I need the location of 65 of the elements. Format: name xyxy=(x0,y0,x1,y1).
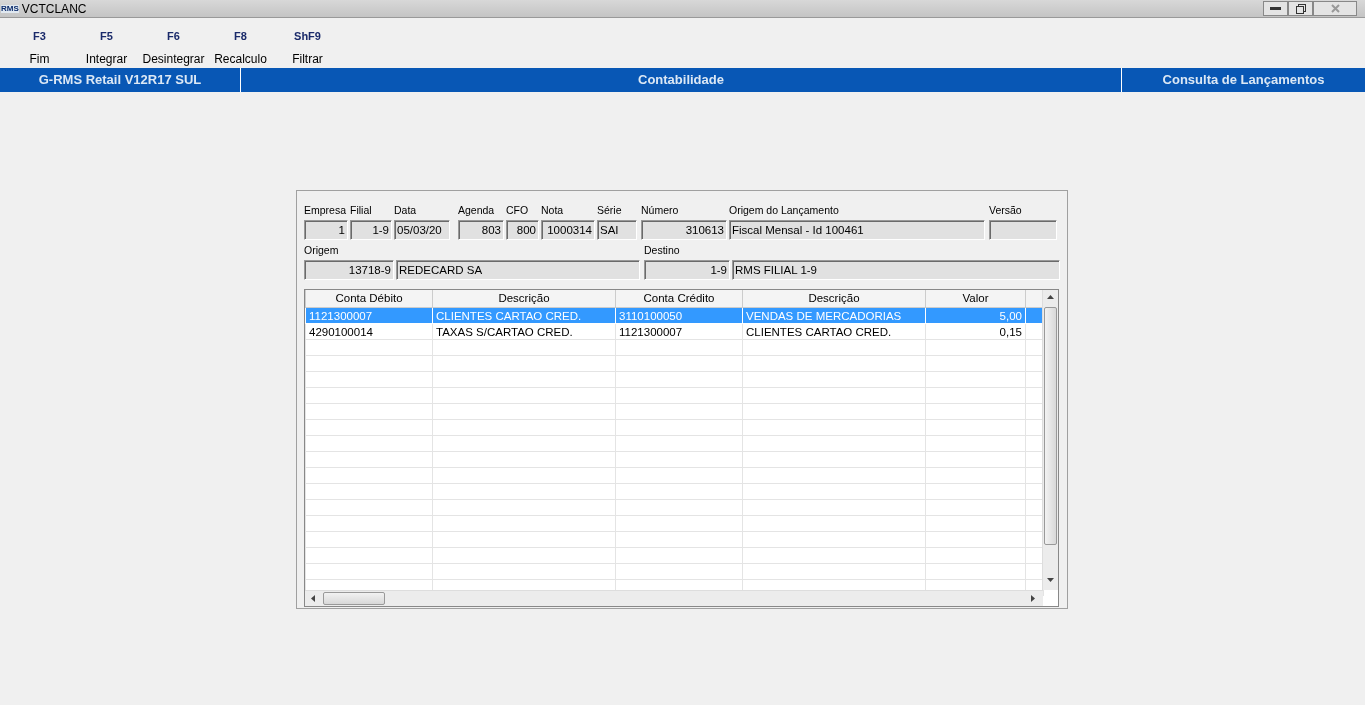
input-field[interactable]: 13718-9 xyxy=(304,260,394,280)
field-label: Empresa xyxy=(304,204,346,216)
input-field[interactable]: RMS FILIAL 1-9 xyxy=(732,260,1060,280)
scrollbar-thumb[interactable] xyxy=(323,592,385,605)
column-header[interactable]: Conta Crédito xyxy=(615,290,743,308)
toolbar-button[interactable]: F6 Desintegrar xyxy=(140,18,207,68)
table-cell: CLIENTES CARTAO CRED. xyxy=(436,309,582,322)
field-label: Versão xyxy=(989,204,1022,216)
toolbar-button[interactable]: ShF9 Filtrar xyxy=(274,18,341,68)
table-cell: 3110100050 xyxy=(619,309,683,322)
input-field[interactable]: SAI xyxy=(597,220,637,240)
input-field[interactable]: 05/03/20 xyxy=(394,220,450,240)
system-label: G-RMS Retail V12R17 SUL xyxy=(0,68,241,92)
input-field[interactable]: 1-9 xyxy=(350,220,392,240)
restore-icon xyxy=(1295,3,1306,14)
table-cell: 1121300007 xyxy=(309,309,373,322)
app-logo: RMS xyxy=(1,4,19,13)
column-header[interactable]: Descrição xyxy=(432,290,616,308)
table-row[interactable]: 4290100014 TAXAS S/CARTAO CRED. 1121300007 CLIENTES CARTAO CRED. 0,15 xyxy=(305,323,1044,340)
field-label: Agenda xyxy=(458,204,495,216)
field-label: Origem do Lançamento xyxy=(729,204,839,216)
field-label: CFO xyxy=(506,204,529,216)
table-cell: 4290100014 xyxy=(309,325,373,338)
field-label: Série xyxy=(597,204,622,216)
minimize-button[interactable] xyxy=(1263,1,1288,16)
input-field[interactable]: 1000314 xyxy=(541,220,595,240)
input-field[interactable]: 310613 xyxy=(641,220,727,240)
table-cell: 1121300007 xyxy=(619,325,683,338)
scroll-right-icon[interactable] xyxy=(1031,595,1035,602)
field-label: Número xyxy=(641,204,679,216)
table-cell: 0,15 xyxy=(999,325,1022,338)
input-field[interactable]: REDECARD SA xyxy=(396,260,640,280)
close-icon xyxy=(1330,4,1340,13)
screen-title: Consulta de Lançamentos xyxy=(1161,71,1326,90)
input-field[interactable]: Fiscal Mensal - Id 100461 xyxy=(729,220,985,240)
vertical-scrollbar[interactable] xyxy=(1042,290,1058,590)
horizontal-scrollbar[interactable] xyxy=(305,590,1043,606)
column-header[interactable]: Descrição xyxy=(742,290,926,308)
window-title: VCTCLANC xyxy=(21,0,87,18)
toolbar-button[interactable]: F5 Integrar xyxy=(73,18,140,68)
field-label: Destino xyxy=(644,244,680,256)
table-cell: 5,00 xyxy=(999,309,1022,322)
table-cell: VENDAS DE MERCADORIAS xyxy=(746,309,902,322)
toolbar-button[interactable]: F3 Fim xyxy=(6,18,73,68)
field-label: Origem xyxy=(304,244,339,256)
input-field[interactable] xyxy=(989,220,1057,240)
scrollbar-thumb[interactable] xyxy=(1044,307,1057,545)
column-header[interactable]: Conta Débito xyxy=(305,290,433,308)
toolbar-button[interactable]: F8 Recalculo xyxy=(207,18,274,68)
input-field[interactable]: 1 xyxy=(304,220,348,240)
input-field[interactable]: 803 xyxy=(458,220,504,240)
field-label: Nota xyxy=(541,204,564,216)
minimize-icon xyxy=(1270,6,1281,11)
scroll-left-icon[interactable] xyxy=(311,595,315,602)
input-field[interactable]: 1-9 xyxy=(644,260,730,280)
field-label: Filial xyxy=(350,204,372,216)
field-label: Data xyxy=(394,204,417,216)
table-cell: TAXAS S/CARTAO CRED. xyxy=(436,325,573,338)
scroll-up-icon[interactable] xyxy=(1047,295,1054,299)
restore-button[interactable] xyxy=(1288,1,1313,16)
module-label: Contabilidade xyxy=(241,68,1122,92)
column-header[interactable]: Valor xyxy=(925,290,1026,308)
scroll-down-icon[interactable] xyxy=(1047,578,1054,582)
table-cell: CLIENTES CARTAO CRED. xyxy=(746,325,892,338)
input-field[interactable]: 800 xyxy=(506,220,539,240)
